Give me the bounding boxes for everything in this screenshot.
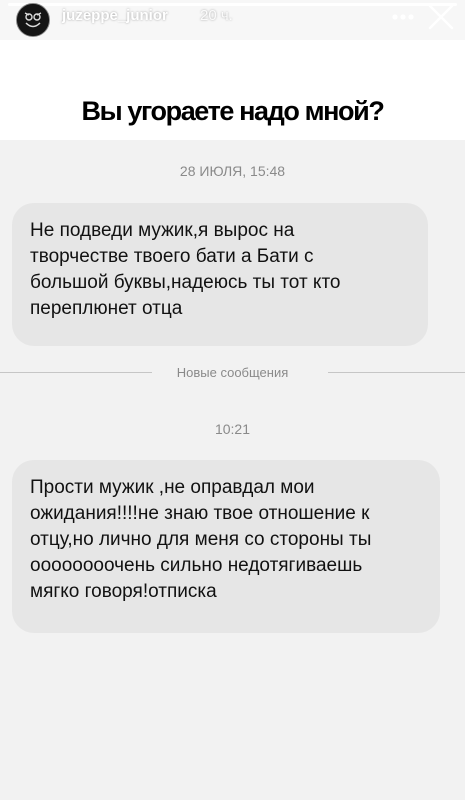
story-time-ago: 20 ч. (200, 7, 233, 24)
message-bubble: Прости мужик ,не оправдал мои ожидания!!… (12, 460, 440, 633)
close-button[interactable] (424, 0, 458, 34)
story-header: juzeppe_junior 20 ч. (0, 0, 465, 40)
date-separator: 28 ИЮЛЯ, 15:48 (179, 163, 286, 179)
message-bubble: Не подведи мужик,я вырос на творчестве т… (12, 203, 428, 346)
avatar-glyph-icon (17, 4, 49, 36)
avatar[interactable] (16, 3, 50, 37)
page-title: Вы угораете надо мной? (81, 96, 385, 126)
new-messages-label: Новые сообщения (176, 365, 289, 380)
time-separator: 10:21 (214, 421, 251, 437)
new-messages-divider: Новые сообщения (0, 363, 465, 383)
message-text: Прости мужик ,не оправдал мои ожидания!!… (30, 477, 372, 602)
story-username[interactable]: juzeppe_junior (62, 7, 168, 24)
more-options-button[interactable] (388, 2, 418, 32)
close-icon (428, 4, 454, 30)
message-text: Не подведи мужик,я вырос на творчестве т… (30, 220, 341, 319)
empty-thread-area (0, 640, 465, 800)
more-horizontal-icon (392, 14, 414, 20)
